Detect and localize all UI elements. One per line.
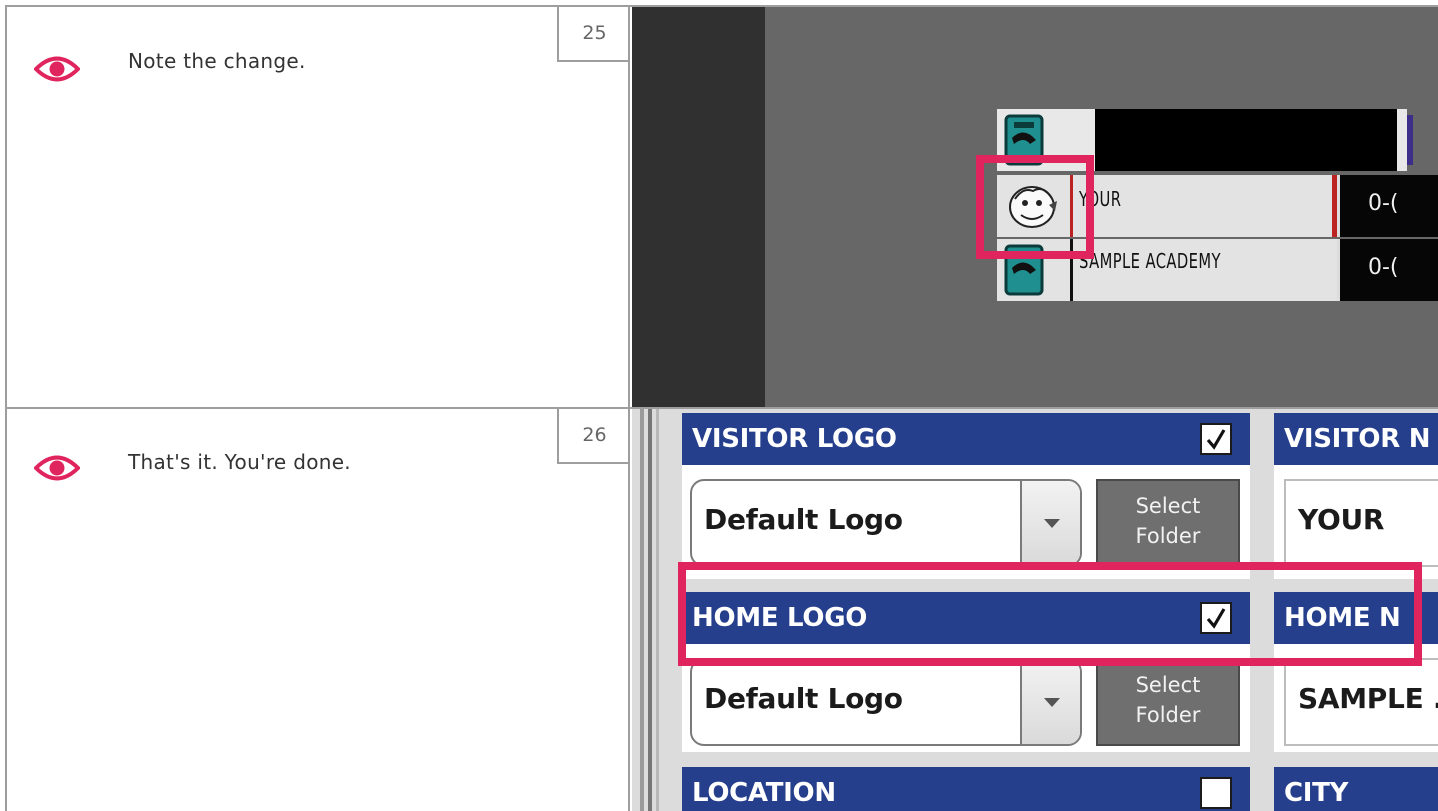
panel-title-text: LOCATION: [692, 778, 836, 808]
highlight-box: [976, 155, 1094, 259]
visitor-name-input[interactable]: YOUR: [1284, 479, 1438, 567]
home-name-input[interactable]: SAMPLE .: [1284, 658, 1438, 746]
visitor-logo-panel: VISITOR LOGO Default Logo Select Folder: [682, 413, 1250, 579]
button-label: Select: [1135, 673, 1201, 697]
panel-title: LOCATION: [682, 767, 1250, 811]
button-label: Folder: [1135, 703, 1201, 727]
home-select-folder-button[interactable]: Select Folder: [1096, 658, 1240, 746]
dark-sidebar: [632, 7, 765, 407]
panel-title: VISITOR LOGO: [682, 413, 1250, 465]
panel-rail: [640, 409, 644, 811]
step-number: 25: [557, 7, 630, 62]
scoreboard-header-accent: [1407, 115, 1413, 165]
chevron-down-icon: [1044, 698, 1060, 707]
checkmark-icon: [1206, 429, 1226, 450]
highlight-box: [678, 562, 1422, 666]
visitor-name-panel: VISITOR N YOUR: [1274, 413, 1438, 579]
eye-icon: [34, 56, 80, 82]
dropdown-arrow[interactable]: [1020, 660, 1080, 744]
instruction-text: Note the change.: [128, 49, 306, 73]
team-name: SAMPLE ACADEMY: [1079, 249, 1221, 273]
step-row-25: Note the change. 25 YOUR 0-(SAMPLE ACAD…: [5, 5, 1438, 409]
panel-title-text: VISITOR LOGO: [692, 424, 897, 454]
record-box: 0-(: [1337, 239, 1438, 301]
location-panel: LOCATION: [682, 767, 1250, 811]
visitor-select-folder-button[interactable]: Select Folder: [1096, 479, 1240, 567]
scoreboard-header-right: [1397, 109, 1407, 171]
location-checkbox[interactable]: [1200, 777, 1232, 809]
panel-title: CITY: [1274, 767, 1438, 811]
chevron-down-icon: [1044, 519, 1060, 528]
dropdown-arrow[interactable]: [1020, 481, 1080, 565]
visitor-logo-checkbox[interactable]: [1200, 423, 1232, 455]
dropdown-value: Default Logo: [704, 503, 903, 536]
panel-title: VISITOR N: [1274, 413, 1438, 465]
instruction-panel: Note the change. 25: [7, 7, 630, 407]
button-label: Select: [1135, 494, 1201, 518]
city-panel: CITY: [1274, 767, 1438, 811]
instruction-panel: That's it. You're done. 26: [7, 409, 630, 811]
scoreboard-header: [1095, 109, 1405, 171]
panel-rail: [648, 409, 652, 811]
instruction-text: That's it. You're done.: [128, 450, 351, 474]
team-record: 0-(: [1368, 191, 1399, 216]
button-label: Folder: [1135, 524, 1201, 548]
record-box: 0-(: [1337, 175, 1438, 237]
home-logo-dropdown[interactable]: Default Logo: [690, 658, 1082, 746]
screenshot-settings: VISITOR LOGO Default Logo Select Folder …: [632, 409, 1438, 811]
team-record: 0-(: [1368, 255, 1399, 280]
visitor-logo-dropdown[interactable]: Default Logo: [690, 479, 1082, 567]
step-number: 26: [557, 409, 630, 464]
step-row-26: That's it. You're done. 26 VISITOR LOGO …: [5, 407, 1438, 811]
eye-icon: [34, 455, 80, 481]
screenshot-scoreboard: YOUR 0-( SAMPLE ACADEMY 0-(: [632, 7, 1438, 407]
panel-rail: [656, 409, 659, 811]
dropdown-value: Default Logo: [704, 682, 903, 715]
